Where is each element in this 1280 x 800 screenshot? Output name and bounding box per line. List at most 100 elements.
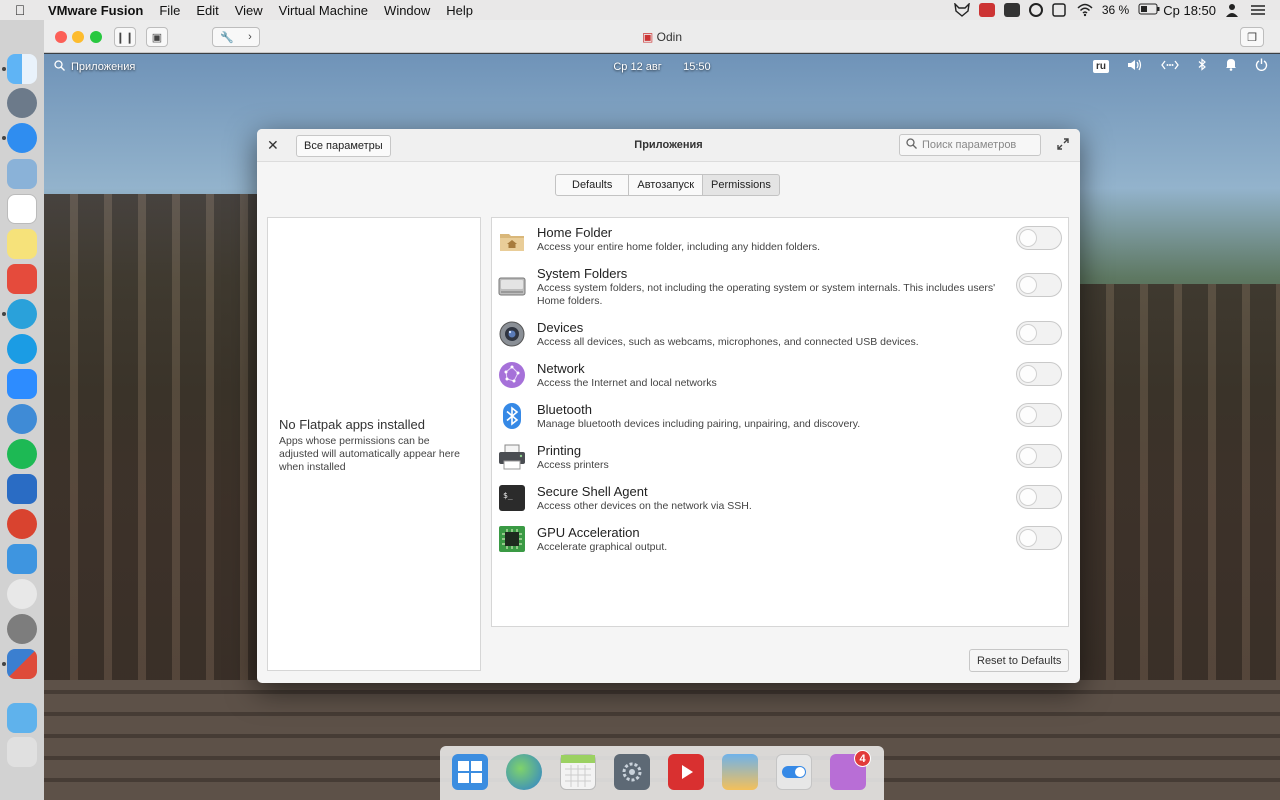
preview-icon[interactable] xyxy=(7,159,37,189)
system-folders-toggle[interactable] xyxy=(1016,273,1062,297)
permission-description: Access printers xyxy=(537,459,609,471)
network-icon[interactable] xyxy=(1161,59,1179,74)
toggle-knob xyxy=(1019,447,1037,465)
permission-title: Bluetooth xyxy=(537,402,592,417)
app-center-update-badge: 4 xyxy=(854,750,871,767)
tab-permissions[interactable]: Permissions xyxy=(702,174,780,196)
drive-icon xyxy=(498,272,526,300)
gpu-acceleration-toggle[interactable] xyxy=(1016,526,1062,550)
toggle-knob xyxy=(1019,365,1037,383)
cloud-app-icon[interactable] xyxy=(7,544,37,574)
toggle-knob xyxy=(1019,229,1037,247)
panel-time: 15:50 xyxy=(683,61,711,73)
network-icon xyxy=(498,361,526,389)
home-folder-icon xyxy=(498,227,526,255)
trash-icon[interactable] xyxy=(7,737,37,767)
system-settings-icon[interactable] xyxy=(614,754,650,790)
toggle-knob xyxy=(1019,324,1037,342)
menu-view[interactable]: View xyxy=(227,3,271,18)
fullscreen-icon: ❐ xyxy=(1247,31,1257,44)
system-preferences-icon[interactable] xyxy=(7,614,37,644)
fullscreen-button[interactable]: ❐ xyxy=(1240,27,1264,47)
downloads-folder-icon[interactable] xyxy=(7,703,37,733)
maximize-icon[interactable] xyxy=(1057,138,1069,150)
puzzle-app-icon[interactable] xyxy=(7,579,37,609)
empty-state-title: No Flatpak apps installed xyxy=(279,417,425,432)
display-icon[interactable] xyxy=(1052,3,1068,17)
menubar-clock[interactable]: Ср 18:50 xyxy=(1163,3,1216,18)
multitasking-view-icon[interactable] xyxy=(452,754,488,790)
vmware-fusion-icon[interactable] xyxy=(7,649,37,679)
bluetooth-icon[interactable] xyxy=(1197,58,1207,74)
apple-menu-icon[interactable]:  xyxy=(0,2,40,18)
zoom-icon[interactable] xyxy=(7,369,37,399)
adguard-icon[interactable] xyxy=(7,474,37,504)
telegram-icon[interactable] xyxy=(7,299,37,329)
photos-icon[interactable] xyxy=(722,754,758,790)
todoist-icon[interactable] xyxy=(7,264,37,294)
notifications-icon[interactable] xyxy=(1225,58,1237,74)
bluetooth-toggle[interactable] xyxy=(1016,403,1062,427)
qbittorrent-icon[interactable] xyxy=(7,404,37,434)
devices-toggle[interactable] xyxy=(1016,321,1062,345)
volume-icon[interactable] xyxy=(1127,59,1143,74)
permission-description: Accelerate graphical output. xyxy=(537,541,668,553)
calendar-icon[interactable] xyxy=(560,754,596,790)
toggle-app-icon[interactable] xyxy=(776,754,812,790)
flatpak-app-list: No Flatpak apps installed Apps whose per… xyxy=(267,217,481,671)
video-player-icon[interactable] xyxy=(668,754,704,790)
menu-file[interactable]: File xyxy=(151,3,188,18)
permission-row-home-folder: Home Folder Access your entire home fold… xyxy=(492,225,1068,261)
circle-status-icon[interactable] xyxy=(1028,3,1043,17)
vm-icon: ▣ xyxy=(641,30,654,44)
keyboard-layout-indicator[interactable]: ru xyxy=(1093,59,1109,73)
permission-row-network: Network Access the Internet and local ne… xyxy=(492,361,1068,397)
mac-menubar:  VMware Fusion File Edit View Virtual M… xyxy=(0,0,1280,20)
permission-row-printing: Printing Access printers xyxy=(492,443,1068,479)
menu-edit[interactable]: Edit xyxy=(188,3,226,18)
power-icon[interactable] xyxy=(1255,58,1268,74)
permission-title: Secure Shell Agent xyxy=(537,484,648,499)
web-browser-icon[interactable] xyxy=(506,754,542,790)
safari-icon[interactable] xyxy=(7,123,37,153)
permission-row-gpu-acceleration: GPU Acceleration Accelerate graphical ou… xyxy=(492,525,1068,561)
permission-description: Access all devices, such as webcams, mic… xyxy=(537,336,919,348)
toggle-knob xyxy=(1019,529,1037,547)
printing-toggle[interactable] xyxy=(1016,444,1062,468)
tab-autostart[interactable]: Автозапуск xyxy=(628,174,704,196)
guest-desktop: Приложения Ср 12 авг 15:50 ru ✕ Все пара… xyxy=(44,54,1280,800)
battery-percent: 36 % xyxy=(1101,3,1130,17)
menu-list-icon[interactable] xyxy=(1250,3,1266,17)
menu-virtual-machine[interactable]: Virtual Machine xyxy=(271,3,376,18)
vm-titlebar: ❙❙ ▣ 🔧 › ▣ Odin ❐ xyxy=(44,20,1280,53)
search-field[interactable] xyxy=(899,134,1041,156)
fox-icon[interactable] xyxy=(953,2,970,17)
home-folder-toggle[interactable] xyxy=(1016,226,1062,250)
menu-help[interactable]: Help xyxy=(438,3,481,18)
panel-date: Ср 12 авг xyxy=(613,61,662,73)
permissions-list: Home Folder Access your entire home fold… xyxy=(491,217,1069,627)
spotify-icon[interactable] xyxy=(7,439,37,469)
notes-icon[interactable] xyxy=(7,229,37,259)
menu-window[interactable]: Window xyxy=(376,3,438,18)
skype-icon[interactable] xyxy=(7,334,37,364)
menu-app-name[interactable]: VMware Fusion xyxy=(40,3,151,18)
guest-dock: 4 xyxy=(440,746,884,800)
secure-shell-agent-toggle[interactable] xyxy=(1016,485,1062,509)
finder-icon[interactable] xyxy=(7,54,37,84)
search-input[interactable] xyxy=(922,139,1032,151)
reset-to-defaults-button[interactable]: Reset to Defaults xyxy=(969,649,1070,672)
wifi-icon[interactable] xyxy=(1077,3,1093,17)
remote-icon[interactable] xyxy=(7,509,37,539)
calendar-icon[interactable] xyxy=(7,194,37,224)
vm-window-title: ▣ Odin xyxy=(641,30,683,44)
toggle-status-icon[interactable] xyxy=(1003,3,1020,17)
user-icon[interactable] xyxy=(1225,3,1241,17)
launchpad-icon[interactable] xyxy=(7,88,37,118)
permission-row-system-folders: System Folders Access system folders, no… xyxy=(492,266,1068,314)
settings-header: ✕ Все параметры Приложения xyxy=(257,129,1080,162)
battery-icon[interactable] xyxy=(1138,3,1160,17)
vmware-status-icon[interactable] xyxy=(978,3,995,17)
tab-defaults[interactable]: Defaults xyxy=(555,174,630,196)
network-toggle[interactable] xyxy=(1016,362,1062,386)
